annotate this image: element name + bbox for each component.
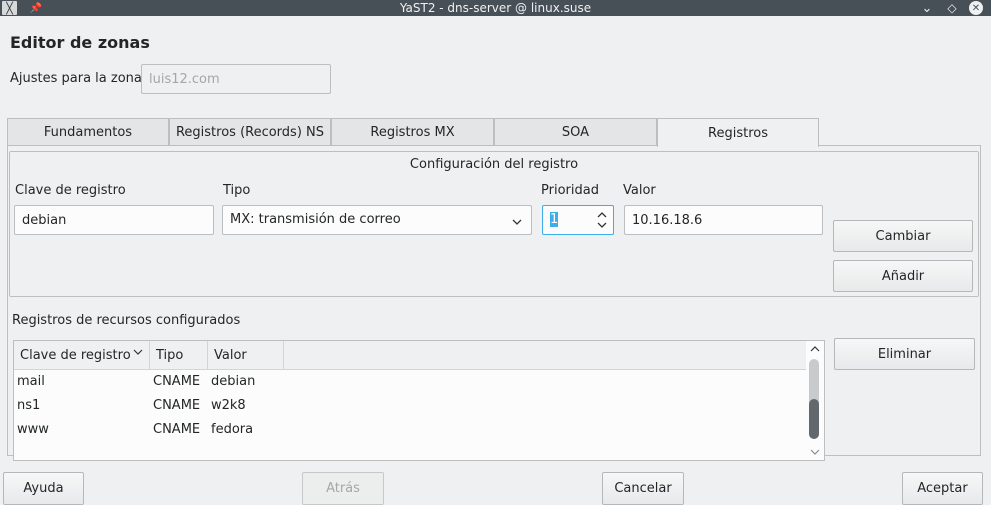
row-key: mail [17, 374, 45, 389]
record-key-input[interactable] [14, 205, 214, 235]
column-header-key[interactable]: Clave de registro [14, 341, 150, 370]
row-key: ns1 [17, 398, 41, 413]
tab-registros[interactable]: Registros [657, 118, 819, 147]
row-key: www [17, 422, 49, 437]
resources-title: Registros de recursos configurados [12, 313, 241, 328]
tab-fundamentos[interactable]: Fundamentos [7, 118, 169, 146]
priority-value: 1 [550, 212, 559, 227]
row-type: CNAME [153, 374, 201, 389]
back-button[interactable]: Atrás [302, 472, 384, 505]
priority-label: Prioridad [541, 183, 599, 198]
chevron-down-icon [511, 211, 523, 239]
column-header-value[interactable]: Valor [208, 341, 284, 370]
scroll-up-icon[interactable] [809, 343, 821, 358]
tab-registros-ns[interactable]: Registros (Records) NS [169, 118, 331, 146]
value-label: Valor [623, 183, 656, 198]
page-title: Editor de zonas [10, 33, 150, 52]
window-titlebar[interactable]: ╳ 📌 YaST2 - dns-server @ linux.suse ⌄ ◇ … [0, 0, 991, 16]
row-value: w2k8 [211, 398, 246, 413]
spin-arrows-icon[interactable] [596, 208, 608, 235]
add-button[interactable]: Añadir [833, 260, 973, 292]
zone-field [141, 64, 331, 94]
tab-soa[interactable]: SOA [494, 118, 657, 146]
close-button[interactable]: ✕ [968, 0, 984, 16]
sort-chevron-icon [133, 346, 143, 361]
table-row[interactable]: www CNAME fedora [14, 418, 804, 442]
delete-button[interactable]: Eliminar [834, 338, 975, 370]
row-type: CNAME [153, 422, 201, 437]
maximize-icon[interactable]: ◇ [945, 0, 959, 16]
column-header-type[interactable]: Tipo [150, 341, 208, 370]
window-title: YaST2 - dns-server @ linux.suse [399, 1, 592, 15]
priority-spinbox[interactable]: 1 [542, 205, 614, 235]
tab-registros-mx[interactable]: Registros MX [331, 118, 494, 146]
type-select-value: MX: transmisión de correo [230, 212, 401, 227]
column-header-filler [284, 341, 806, 370]
resources-table[interactable]: Clave de registro Tipo Valor mail CNAME … [13, 340, 825, 461]
column-header-key-label: Clave de registro [20, 347, 131, 363]
row-value: fedora [211, 422, 254, 437]
type-select[interactable]: MX: transmisión de correo [222, 205, 532, 235]
table-row[interactable]: mail CNAME debian [14, 370, 804, 394]
change-button[interactable]: Cambiar [833, 220, 973, 252]
row-value: debian [211, 374, 256, 389]
value-input[interactable] [624, 205, 823, 235]
minimize-icon[interactable]: ⌄ [920, 0, 934, 16]
row-type: CNAME [153, 398, 201, 413]
scroll-handle[interactable] [809, 399, 819, 439]
type-label: Tipo [223, 183, 251, 198]
zone-label: Ajustes para la zona [10, 71, 142, 86]
record-config-title: Configuración del registro [409, 157, 579, 172]
close-icon: ✕ [969, 1, 983, 15]
record-key-label: Clave de registro [15, 183, 126, 198]
help-button[interactable]: Ayuda [3, 472, 84, 505]
scroll-down-icon[interactable] [809, 446, 821, 461]
table-row[interactable]: ns1 CNAME w2k8 [14, 394, 804, 418]
accept-button[interactable]: Aceptar [902, 472, 983, 505]
cancel-button[interactable]: Cancelar [602, 472, 684, 505]
